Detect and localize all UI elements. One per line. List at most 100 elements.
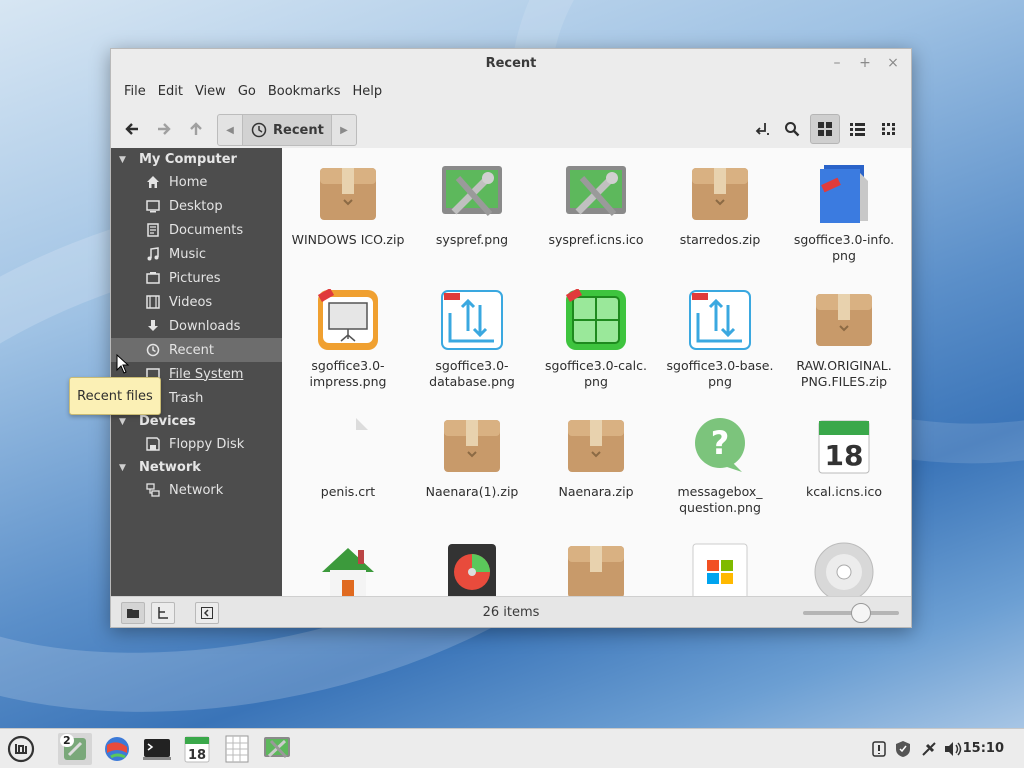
sgoffice-impress-icon xyxy=(316,288,380,352)
list-view-button[interactable] xyxy=(842,114,872,144)
sidebar-item-label: Floppy Disk xyxy=(169,436,245,452)
file-item[interactable]: sgoffice3.0- impress.png xyxy=(286,288,410,390)
file-item[interactable]: Naenara.zip xyxy=(534,414,658,500)
file-item[interactable] xyxy=(286,540,410,598)
sidebar-item-home[interactable]: Home xyxy=(111,170,282,194)
minimize-button[interactable]: – xyxy=(829,55,845,71)
videos-icon xyxy=(145,294,161,310)
sidebar-item-label: Desktop xyxy=(169,198,223,214)
tray-network[interactable] xyxy=(920,740,938,758)
search-button[interactable] xyxy=(779,116,805,142)
taskbar: 2 18 15:10 xyxy=(0,728,1024,768)
sidebar-item-network[interactable]: Network xyxy=(111,478,282,502)
toggle-location-entry-button[interactable] xyxy=(749,116,775,142)
file-manager-window: Recent – + × File Edit View Go Bookmarks… xyxy=(110,48,912,628)
sidebar-item-label: File System xyxy=(169,366,244,382)
arrow-left-icon xyxy=(125,123,138,135)
location-entry-icon xyxy=(755,123,769,135)
sidebar-item-videos[interactable]: Videos xyxy=(111,290,282,314)
sidebar-item-pictures[interactable]: Pictures xyxy=(111,266,282,290)
menu-button[interactable] xyxy=(4,733,38,765)
taskbar-app-spreadsheet[interactable] xyxy=(220,733,254,765)
sidebar-item-desktop[interactable]: Desktop xyxy=(111,194,282,218)
list-view-icon xyxy=(849,122,865,136)
music-icon xyxy=(145,246,161,262)
file-item[interactable]: WINDOWS ICO.zip xyxy=(286,162,410,248)
taskbar-app-system-settings[interactable] xyxy=(260,733,294,765)
archive-icon xyxy=(440,414,504,478)
back-button[interactable] xyxy=(119,116,145,142)
file-icon-view[interactable]: WINDOWS ICO.zip syspref.png syspref.icns… xyxy=(282,148,911,598)
file-item[interactable]: sgoffice3.0-calc. png xyxy=(534,288,658,390)
sidebar-item-downloads[interactable]: Downloads xyxy=(111,314,282,338)
taskbar-app-workspace[interactable]: 2 xyxy=(58,733,92,765)
taskbar-app-terminal[interactable] xyxy=(140,733,174,765)
file-item[interactable] xyxy=(658,540,782,598)
mint-menu-icon xyxy=(7,735,35,763)
menu-file[interactable]: File xyxy=(118,84,152,99)
up-button[interactable] xyxy=(183,116,209,142)
file-name: syspref.icns.ico xyxy=(548,232,644,247)
icon-view-button[interactable] xyxy=(810,114,840,144)
file-item[interactable]: starredos.zip xyxy=(658,162,782,248)
taskbar-app-browser[interactable] xyxy=(100,733,134,765)
clock[interactable]: 15:10 xyxy=(963,741,1004,756)
terminal-icon xyxy=(143,739,171,760)
compact-view-icon xyxy=(882,123,895,135)
file-item[interactable]: sgoffice3.0-info. png xyxy=(782,162,906,264)
close-button[interactable]: × xyxy=(885,55,901,71)
sidebar-section-my-computer[interactable]: ▼ My Computer xyxy=(119,152,237,167)
home-icon xyxy=(145,174,161,190)
path-scroll-right-button[interactable]: ▶ xyxy=(332,115,356,145)
path-scroll-left-button[interactable]: ◀ xyxy=(218,115,242,145)
menu-help[interactable]: Help xyxy=(346,84,388,99)
taskbar-app-calendar[interactable]: 18 xyxy=(180,733,214,765)
sidebar-item-label: Recent xyxy=(169,342,214,358)
tray-volume[interactable] xyxy=(944,740,962,758)
file-item[interactable]: ? messagebox_ question.png xyxy=(658,414,782,516)
file-item[interactable]: Naenara(1).zip xyxy=(410,414,534,500)
file-name: Naenara(1).zip xyxy=(425,484,519,499)
file-name: sgoffice3.0- database.png xyxy=(429,358,515,389)
path-crumb-label: Recent xyxy=(273,122,324,138)
tray-update-manager[interactable] xyxy=(894,740,912,758)
recent-icon xyxy=(145,342,161,358)
file-item[interactable] xyxy=(782,540,906,598)
file-item[interactable]: penis.crt xyxy=(286,414,410,500)
file-item[interactable]: syspref.icns.ico xyxy=(534,162,658,248)
file-item[interactable]: sgoffice3.0-base. png xyxy=(658,288,782,390)
sidebar-section-network[interactable]: ▼ Network xyxy=(119,460,201,475)
location-bar: ◀ Recent ▶ xyxy=(217,114,357,146)
sidebar-item-floppy-disk[interactable]: Floppy Disk xyxy=(111,432,282,456)
sidebar-item-label: Videos xyxy=(169,294,213,310)
compact-view-button[interactable] xyxy=(874,114,904,144)
file-item[interactable]: syspref.png xyxy=(410,162,534,248)
sidebar-section-label: Network xyxy=(139,460,201,475)
file-item[interactable]: 18 kcal.icns.ico xyxy=(782,414,906,500)
file-item[interactable]: sgoffice3.0- database.png xyxy=(410,288,534,390)
file-item[interactable] xyxy=(410,540,534,598)
menu-bar: File Edit View Go Bookmarks Help xyxy=(111,79,911,103)
sidebar-section-devices[interactable]: ▼ Devices xyxy=(119,414,196,429)
file-item[interactable] xyxy=(534,540,658,598)
sidebar-item-music[interactable]: Music xyxy=(111,242,282,266)
menu-go[interactable]: Go xyxy=(232,84,262,99)
sgoffice-base-icon xyxy=(688,288,752,352)
menu-edit[interactable]: Edit xyxy=(152,84,189,99)
menu-view[interactable]: View xyxy=(189,84,232,99)
question-bubble-icon: ? xyxy=(688,414,752,478)
zoom-slider-handle[interactable] xyxy=(851,603,871,623)
archive-icon xyxy=(564,414,628,478)
archive-icon xyxy=(564,540,628,598)
menu-bookmarks[interactable]: Bookmarks xyxy=(262,84,347,99)
title-bar[interactable]: Recent – + × xyxy=(111,49,911,79)
maximize-button[interactable]: + xyxy=(857,55,873,71)
sidebar-item-documents[interactable]: Documents xyxy=(111,218,282,242)
sidebar-item-recent[interactable]: Recent xyxy=(111,338,282,362)
file-item[interactable]: RAW.ORIGINAL. PNG.FILES.zip xyxy=(782,288,906,390)
sidebar-item-label: Home xyxy=(169,174,208,190)
tray-notifications[interactable] xyxy=(870,740,888,758)
forward-button[interactable] xyxy=(151,116,177,142)
file-name: sgoffice3.0-info. png xyxy=(793,232,895,263)
path-crumb-recent[interactable]: Recent xyxy=(242,115,332,145)
